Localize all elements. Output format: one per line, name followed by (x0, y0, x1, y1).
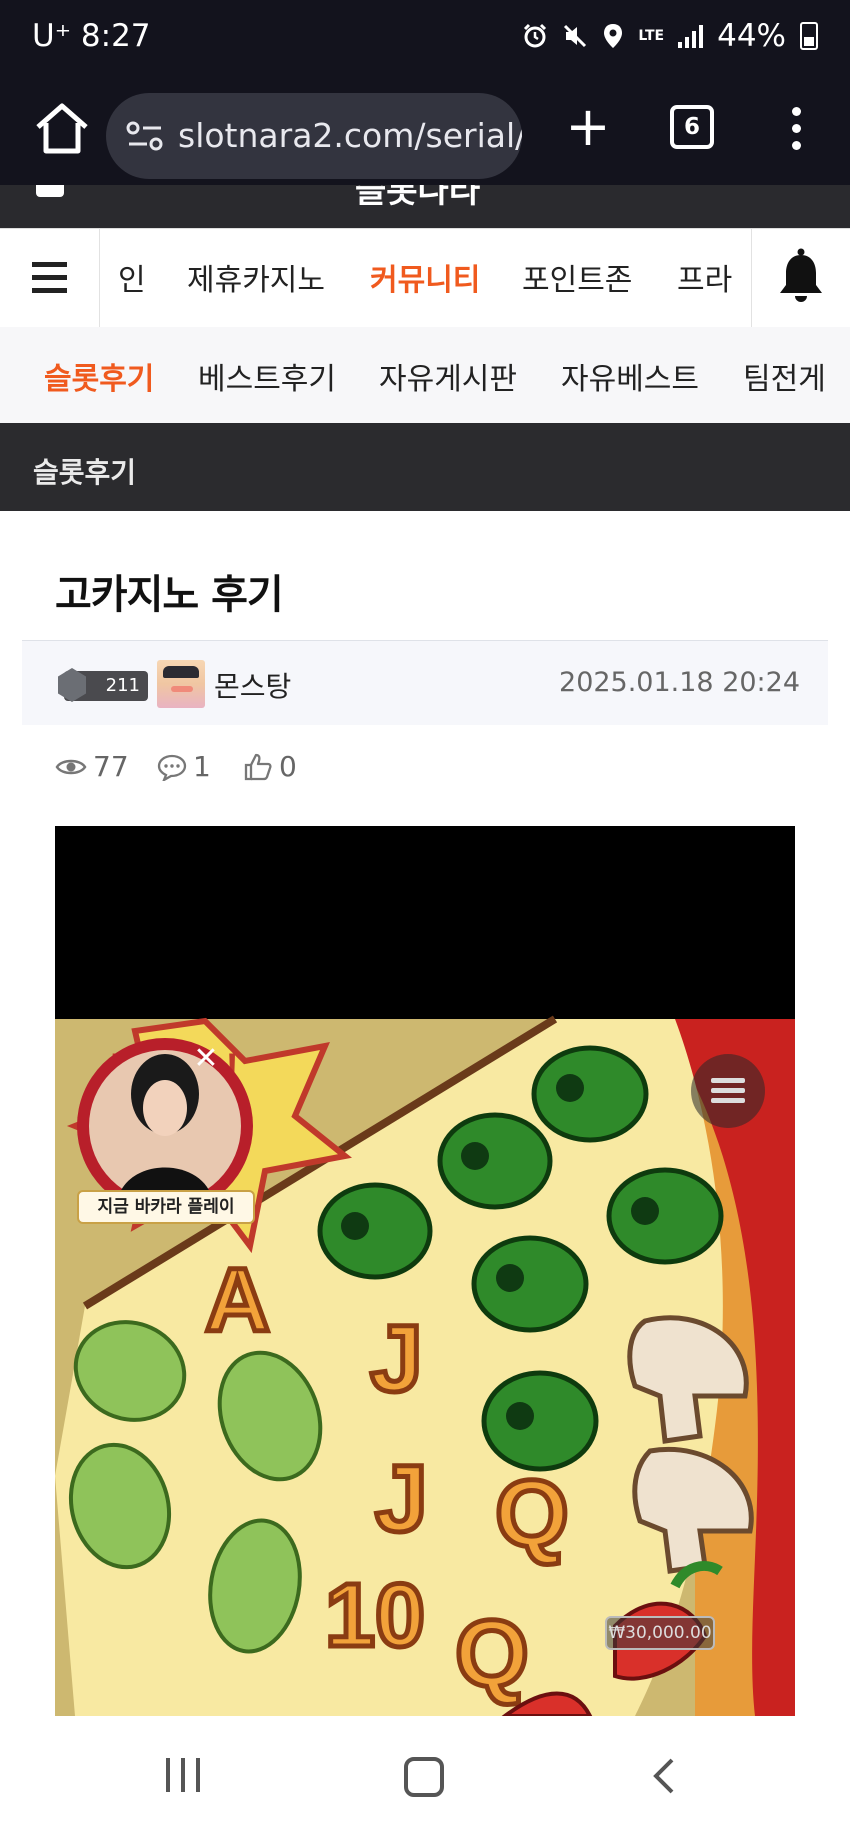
carrier-time: U⁺ 8:27 (32, 18, 151, 54)
nav-item-pra[interactable]: 프라 (677, 255, 732, 299)
post-title: 고카지노 후기 (55, 572, 284, 618)
sub-tab-free-board[interactable]: 자유게시판 (379, 354, 517, 398)
level-gem-icon (58, 668, 86, 702)
home-nav-icon[interactable] (404, 1757, 444, 1797)
comment-count-value: 1 (193, 750, 211, 783)
view-count: 77 (55, 750, 129, 783)
section-title: 슬롯후기 (33, 456, 137, 489)
svg-text:Q: Q (495, 1461, 569, 1567)
post-image-game-screenshot: PIZZA! A J J (55, 826, 795, 1716)
svg-text:10: 10 (325, 1566, 425, 1666)
tab-switcher-button[interactable]: 6 (670, 105, 714, 149)
site-settings-icon[interactable] (126, 119, 164, 153)
more-options-icon[interactable] (780, 97, 812, 161)
svg-text:Q: Q (455, 1601, 529, 1707)
svg-text:J: J (375, 1446, 428, 1552)
site-logo[interactable]: 슬롯나라 (355, 185, 480, 212)
sub-tab-slot-review[interactable]: 슬롯후기 (44, 354, 154, 398)
status-icons: LTE 44% (522, 18, 818, 54)
nav-item-point-zone[interactable]: 포인트존 (522, 255, 632, 299)
signal-icon (678, 24, 704, 48)
section-title-bar: 슬롯후기 (0, 423, 850, 511)
site-header: 슬롯나라 (0, 185, 850, 228)
svg-text:J: J (370, 1306, 423, 1412)
sub-tab-free-best[interactable]: 자유베스트 (561, 354, 699, 398)
nav-item-partner-casino[interactable]: 제휴카지노 (187, 255, 325, 299)
win-value-chip: ₩30,000.00 (605, 1616, 715, 1650)
game-menu-icon[interactable] (691, 1054, 765, 1128)
notification-bell-icon[interactable] (751, 229, 850, 327)
back-icon[interactable] (648, 1756, 678, 1796)
nav-item-community[interactable]: 커뮤니티 (370, 255, 480, 299)
battery-percent: 44% (717, 18, 786, 54)
sub-tab-team-board[interactable]: 팀전게 (743, 354, 826, 398)
post-date: 2025.01.18 20:24 (559, 667, 800, 698)
promo-label[interactable]: 지금 바카라 플레이 (77, 1190, 255, 1224)
lte-label: LTE (638, 28, 665, 44)
battery-icon (800, 22, 818, 50)
view-count-value: 77 (93, 750, 129, 783)
promo-close-icon[interactable]: ✕ (191, 1044, 221, 1074)
author-avatar[interactable] (157, 660, 205, 708)
author-name[interactable]: 몬스탕 (214, 665, 291, 705)
browser-toolbar: slotnara2.com/serial/ + 6 (0, 75, 850, 185)
address-bar[interactable]: slotnara2.com/serial/ (106, 93, 522, 179)
comment-icon (157, 754, 187, 781)
new-tab-icon[interactable]: + (556, 97, 620, 161)
main-nav: 인 제휴카지노 커뮤니티 포인트존 프라 (0, 228, 850, 328)
android-navigation-bar (0, 1716, 850, 1823)
slot-game-art: PIZZA! A J J (55, 826, 795, 1716)
comment-count: 1 (157, 750, 211, 783)
nav-item-login[interactable]: 인 (118, 255, 146, 299)
hamburger-menu-icon[interactable] (0, 229, 100, 327)
recent-apps-icon[interactable] (166, 1758, 202, 1792)
status-bar: U⁺ 8:27 LTE 44% (0, 0, 850, 75)
sub-tab-best-review[interactable]: 베스트후기 (198, 354, 336, 398)
like-count[interactable]: 0 (243, 750, 297, 783)
thumbs-up-icon (244, 753, 272, 780)
location-icon (604, 24, 623, 48)
level-number: 211 (105, 675, 140, 696)
level-badge: 211 (58, 668, 148, 702)
alarm-icon (524, 23, 547, 48)
url-text: slotnara2.com/serial/ (178, 116, 522, 155)
sub-nav: 슬롯후기 베스트후기 자유게시판 자유베스트 팀전게 (0, 327, 850, 423)
header-left-icon[interactable] (36, 185, 64, 197)
post-meta: 211 몬스탕 2025.01.18 20:24 (22, 640, 828, 725)
eye-icon (55, 759, 87, 774)
like-count-value: 0 (279, 750, 297, 783)
mute-icon (564, 24, 587, 48)
home-icon[interactable] (30, 97, 94, 161)
svg-text:A: A (205, 1251, 270, 1351)
main-nav-scroll[interactable]: 인 제휴카지노 커뮤니티 포인트존 프라 (100, 229, 752, 327)
